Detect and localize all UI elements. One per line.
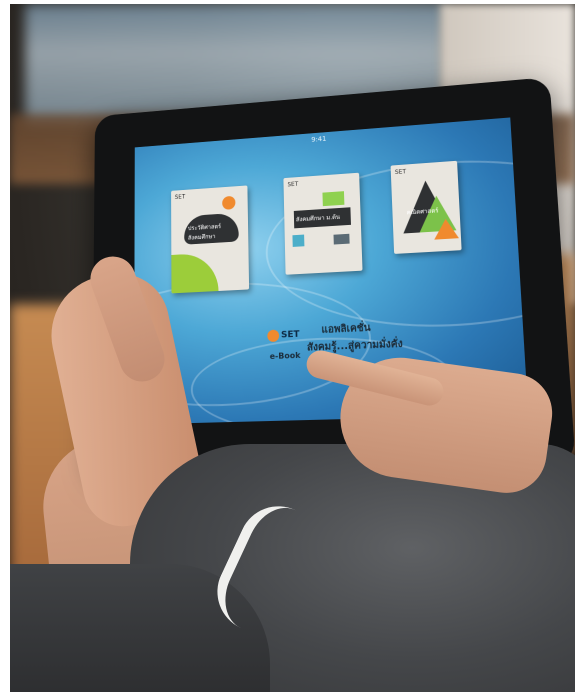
book-3-badge: SET: [394, 168, 407, 176]
tagline-subline: e-Book: [269, 350, 301, 362]
photo-frame: 9:41 ประวัติศาสตร์ สังคมศึกษา SET สังคมศ…: [10, 4, 575, 692]
book-cover-3[interactable]: คณิตศาสตร์ SET: [390, 160, 462, 254]
book-1-badge: SET: [174, 193, 186, 201]
book-2-badge: SET: [287, 180, 299, 189]
brand-name: SET: [280, 329, 300, 341]
brand-logo: SET: [267, 329, 300, 343]
status-time: 9:41: [311, 134, 327, 144]
tagline-line1: แอพลิเคชั่น: [321, 322, 371, 336]
book-cover-1[interactable]: ประวัติศาสตร์ สังคมศึกษา SET: [171, 185, 250, 294]
logo-icon: [267, 329, 280, 343]
book-1-title: ประวัติศาสตร์ สังคมศึกษา: [187, 223, 222, 242]
book-cover-2[interactable]: สังคมศึกษา ม.ต้น SET: [283, 172, 363, 275]
